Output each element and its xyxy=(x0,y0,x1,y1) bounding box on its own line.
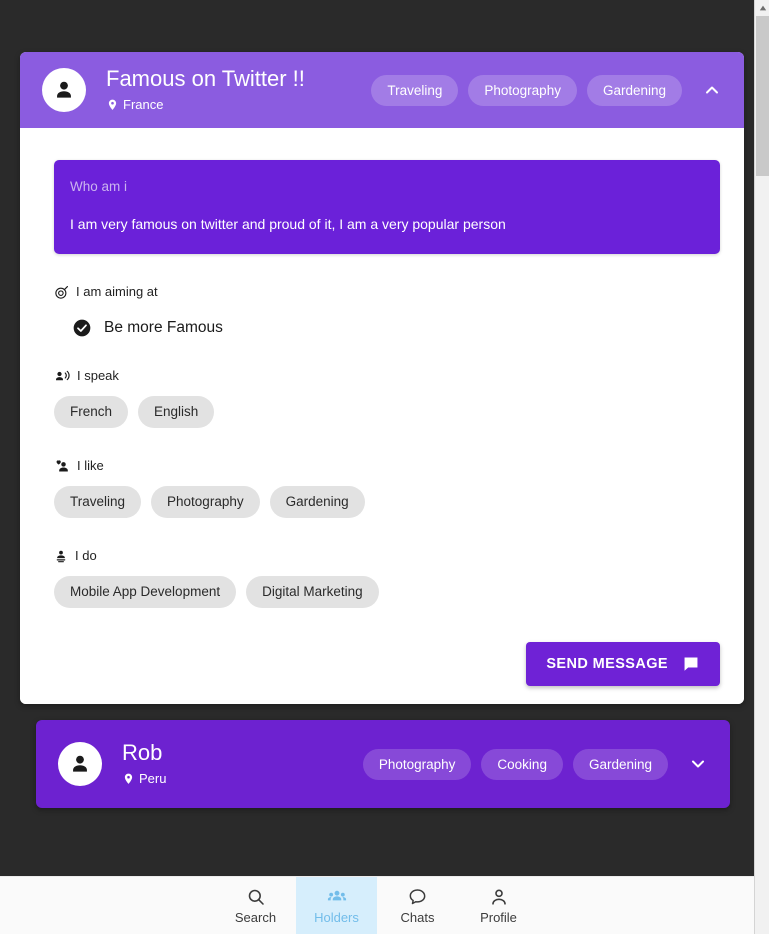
nav-label: Holders xyxy=(314,909,359,925)
profile-location: Peru xyxy=(122,770,363,788)
bio-text: I am very famous on twitter and proud of… xyxy=(70,216,506,232)
nav-label: Profile xyxy=(480,909,517,925)
chip[interactable]: Gardening xyxy=(269,486,365,518)
chat-bubble-icon xyxy=(684,657,698,671)
send-message-label: SEND MESSAGE xyxy=(546,656,668,672)
header-tag[interactable]: Traveling xyxy=(371,74,459,106)
goal-label: Be more Famous xyxy=(104,319,223,336)
app-viewport: Famous on Twitter !! France Traveling Ph… xyxy=(0,0,754,934)
scrollbar-up-arrow[interactable] xyxy=(755,0,769,15)
profile-card-header[interactable]: Famous on Twitter !! France Traveling Ph… xyxy=(20,52,744,128)
profile-header-tags: Traveling Photography Gardening xyxy=(371,74,726,106)
nav-item-chats[interactable]: Chats xyxy=(377,877,458,934)
group-icon xyxy=(327,890,346,900)
chat-icon xyxy=(409,888,426,904)
chevron-down-icon xyxy=(692,760,704,768)
profile-name: Rob xyxy=(122,740,163,765)
chevron-up-icon xyxy=(706,86,718,94)
section-title: I speak xyxy=(77,368,119,383)
send-message-row: SEND MESSAGE xyxy=(54,642,720,686)
bottom-navigation: Search Holders Chats Profile xyxy=(0,876,754,934)
chip[interactable]: Digital Marketing xyxy=(246,576,379,608)
nav-item-profile[interactable]: Profile xyxy=(458,877,539,934)
header-tag[interactable]: Gardening xyxy=(586,74,682,106)
chip[interactable]: Traveling xyxy=(54,486,142,518)
nav-item-search[interactable]: Search xyxy=(215,877,296,934)
header-tag[interactable]: Photography xyxy=(362,748,472,780)
voice-over-icon xyxy=(56,370,70,380)
section-title: I do xyxy=(75,548,97,563)
nav-label: Chats xyxy=(400,909,435,925)
nav-label: Search xyxy=(234,909,277,925)
profile-location: France xyxy=(106,96,371,114)
section-i-like: I like Traveling Photography Gardening xyxy=(54,458,720,518)
profile-header-tags: Photography Cooking Gardening xyxy=(362,748,712,780)
chip-list: French English xyxy=(54,396,720,428)
bio-box: Who am i I am very famous on twitter and… xyxy=(54,160,720,254)
avatar xyxy=(58,742,102,786)
person-work-icon xyxy=(56,550,66,562)
section-header: I do xyxy=(54,548,720,564)
section-i-speak: I speak French English xyxy=(54,368,720,428)
section-header: I like xyxy=(54,458,720,474)
profile-identity: Rob Peru xyxy=(122,740,363,788)
location-pin-icon xyxy=(108,99,117,110)
profile-location-label: Peru xyxy=(139,771,167,786)
scrollbar-thumb[interactable] xyxy=(756,16,769,176)
search-icon xyxy=(248,889,264,905)
chip-list: Traveling Photography Gardening xyxy=(54,486,720,518)
send-message-button[interactable]: SEND MESSAGE xyxy=(526,642,720,686)
chip[interactable]: French xyxy=(54,396,129,428)
scrollable-content: Famous on Twitter !! France Traveling Ph… xyxy=(0,0,754,876)
page-scrollbar[interactable] xyxy=(754,0,769,934)
person-icon xyxy=(73,755,87,772)
chip-list: Mobile App Development Digital Marketing xyxy=(54,576,720,608)
chip[interactable]: Mobile App Development xyxy=(54,576,237,608)
profile-card-expanded: Famous on Twitter !! France Traveling Ph… xyxy=(20,52,744,704)
expand-button[interactable] xyxy=(684,750,712,778)
person-icon xyxy=(57,81,71,98)
chip[interactable]: English xyxy=(138,396,215,428)
header-tag[interactable]: Gardening xyxy=(572,748,668,780)
profile-identity: Famous on Twitter !! France xyxy=(106,66,371,114)
profile-card-collapsed[interactable]: Rob Peru Photography Cooking Gardening xyxy=(36,720,730,808)
header-tag[interactable]: Photography xyxy=(468,74,577,106)
section-title: I am aiming at xyxy=(76,284,158,299)
section-aiming-at: I am aiming at Be more Famous xyxy=(54,284,720,338)
person-heart-icon xyxy=(56,459,68,471)
profile-card-body: Who am i I am very famous on twitter and… xyxy=(20,128,744,704)
section-header: I am aiming at xyxy=(54,284,720,300)
chip[interactable]: Photography xyxy=(151,486,260,518)
section-i-do: I do Mobile App Development Digital Mark… xyxy=(54,548,720,608)
check-circle-icon xyxy=(73,319,91,337)
caret-up-icon xyxy=(759,5,766,10)
bio-label: Who am i xyxy=(70,179,128,194)
section-title: I like xyxy=(77,458,104,473)
target-icon xyxy=(55,285,68,299)
avatar xyxy=(42,68,86,112)
collapse-button[interactable] xyxy=(698,76,726,104)
page-title: Famous on Twitter !! xyxy=(106,66,305,91)
goal-row: Be more Famous xyxy=(72,318,720,338)
person-outline-icon xyxy=(491,889,506,905)
header-tag[interactable]: Cooking xyxy=(481,748,563,780)
profile-location-label: France xyxy=(123,97,164,112)
location-pin-icon xyxy=(124,773,133,784)
nav-item-holders[interactable]: Holders xyxy=(296,877,377,934)
section-header: I speak xyxy=(54,368,720,384)
